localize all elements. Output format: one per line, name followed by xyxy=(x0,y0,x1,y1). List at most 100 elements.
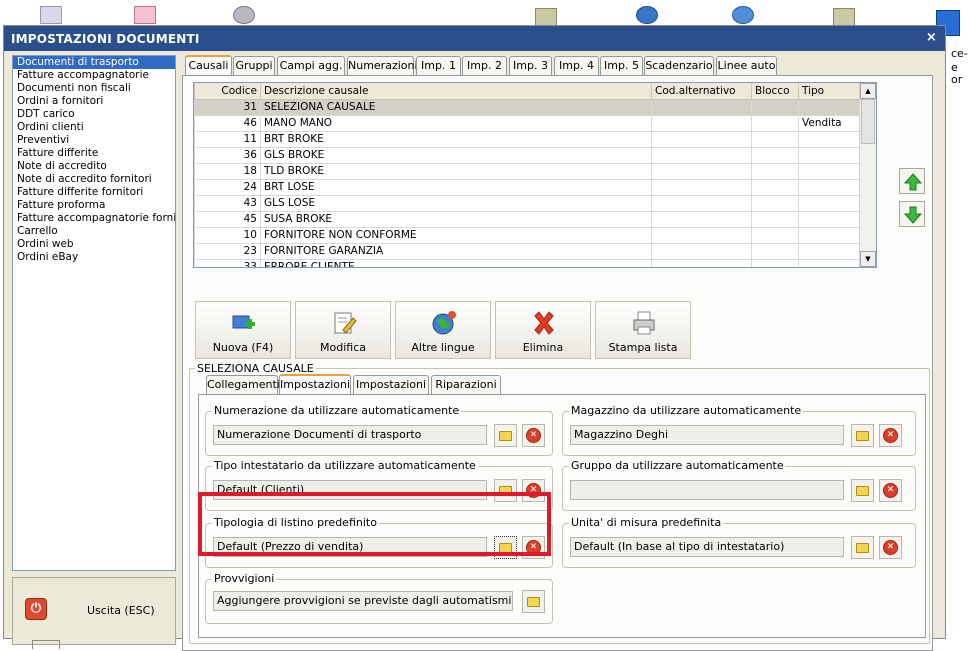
tab-imp-1[interactable]: Imp. 1 xyxy=(416,56,461,76)
column-header-cod-alternativo[interactable]: Cod.alternativo xyxy=(651,83,752,100)
column-header-blocco[interactable]: Blocco xyxy=(751,83,799,100)
tab-imp-2[interactable]: Imp. 2 xyxy=(462,56,507,76)
list-item[interactable]: Carrello xyxy=(13,225,175,238)
tab-impostazioni-2[interactable]: Impostazioni 2 xyxy=(353,375,429,409)
cell-codice: 45 xyxy=(194,210,261,228)
move-up-button[interactable] xyxy=(899,168,925,194)
exit-button[interactable]: ⏻ Uscita (ESC) xyxy=(17,586,171,636)
intestatario-browse-button[interactable] xyxy=(494,479,517,502)
list-item[interactable]: Documenti non fiscali xyxy=(13,82,175,95)
desktop-icon-5[interactable] xyxy=(636,6,658,24)
tab-causali[interactable]: Causali xyxy=(185,55,232,76)
gruppo-group: Gruppo da utilizzare automaticamente ✕ xyxy=(562,459,916,511)
gruppo-browse-button[interactable] xyxy=(851,479,874,502)
grid-scrollbar[interactable]: ▲ ▼ xyxy=(859,83,876,267)
tab-gruppi[interactable]: Gruppi xyxy=(233,56,275,76)
list-item[interactable]: DDT carico xyxy=(13,108,175,121)
magazzino-field[interactable]: Magazzino Deghi xyxy=(570,425,844,445)
cell-cod-alternativo xyxy=(651,98,752,116)
folder-icon xyxy=(499,486,512,496)
gruppo-clear-button[interactable]: ✕ xyxy=(879,479,902,502)
listino-title: Tipologia di listino predefinito xyxy=(212,516,379,529)
tab-imp-5[interactable]: Imp. 5 xyxy=(600,56,643,76)
numerazione-clear-button[interactable]: ✕ xyxy=(522,424,545,447)
unita-misura-field[interactable]: Default (In base al tipo di intestatario… xyxy=(570,537,844,557)
tab-numerazioni[interactable]: Numerazioni xyxy=(347,56,418,76)
close-icon[interactable]: × xyxy=(926,30,937,45)
tab-imp-4[interactable]: Imp. 4 xyxy=(554,56,599,76)
table-row[interactable]: 46 MANO MANO Vendita xyxy=(194,114,867,132)
gruppo-field[interactable] xyxy=(570,480,844,500)
cell-blocco xyxy=(751,130,799,148)
table-row[interactable]: 23 FORNITORE GARANZIA xyxy=(194,242,867,260)
list-item[interactable]: Note di accredito xyxy=(13,160,175,173)
desktop-icon-6[interactable] xyxy=(732,6,754,24)
scroll-down-icon[interactable]: ▼ xyxy=(860,251,876,267)
list-item[interactable]: Ordini clienti xyxy=(13,121,175,134)
causali-grid[interactable]: Codice Descrizione causale Cod.alternati… xyxy=(193,82,877,268)
listino-clear-button[interactable]: ✕ xyxy=(522,536,545,559)
tab-campi-agg[interactable]: Campi agg. xyxy=(277,56,345,76)
table-row[interactable]: 18 TLD BROKE xyxy=(194,162,867,180)
desktop-icon-1[interactable] xyxy=(40,6,62,24)
tab-impostazioni[interactable]: Impostazioni xyxy=(279,374,351,395)
table-row[interactable]: 43 GLS LOSE xyxy=(194,194,867,212)
list-item[interactable]: Documenti di trasporto xyxy=(13,56,175,69)
column-header-codice[interactable]: Codice xyxy=(194,83,261,100)
window-titlebar[interactable]: IMPOSTAZIONI DOCUMENTI × xyxy=(4,26,945,51)
move-down-button[interactable] xyxy=(899,201,925,227)
numerazione-group: Numerazione da utilizzare automaticament… xyxy=(205,404,553,456)
scroll-thumb[interactable] xyxy=(861,99,875,144)
scroll-up-icon[interactable]: ▲ xyxy=(860,83,876,99)
magazzino-clear-button[interactable]: ✕ xyxy=(879,424,902,447)
other-languages-button[interactable]: Altre lingue xyxy=(395,301,491,359)
new-button[interactable]: Nuova (F4) xyxy=(195,301,291,359)
list-item[interactable]: Preventivi xyxy=(13,134,175,147)
table-row[interactable]: 45 SUSA BROKE xyxy=(194,210,867,228)
document-type-list[interactable]: Documenti di trasporto Fatture accompagn… xyxy=(12,55,176,571)
desktop-icon-4[interactable] xyxy=(535,8,557,26)
table-row[interactable]: 31 SELEZIONA CAUSALE xyxy=(194,98,867,116)
tab-collegamenti[interactable]: Collegamenti xyxy=(206,375,280,395)
table-row[interactable]: 24 BRT LOSE xyxy=(194,178,867,196)
tab-linee-auto[interactable]: Linee auto xyxy=(716,56,777,76)
table-row[interactable]: 11 BRT BROKE xyxy=(194,130,867,148)
desktop-icon-3[interactable] xyxy=(233,6,255,24)
list-item[interactable]: Note di accredito fornitori xyxy=(13,173,175,186)
unita-misura-browse-button[interactable] xyxy=(851,536,874,559)
tab-riparazioni[interactable]: Riparazioni xyxy=(431,375,501,395)
listino-field[interactable]: Default (Prezzo di vendita) xyxy=(213,537,487,557)
table-row[interactable]: 10 FORNITORE NON CONFORME xyxy=(194,226,867,244)
table-row[interactable]: 36 GLS BROKE xyxy=(194,146,867,164)
list-item[interactable]: Fatture proforma xyxy=(13,199,175,212)
intestatario-field[interactable]: Default (Clienti) xyxy=(213,480,487,500)
cell-codice: 43 xyxy=(194,194,261,212)
print-list-button[interactable]: Stampa lista xyxy=(595,301,691,359)
listino-browse-button[interactable] xyxy=(494,536,517,559)
magazzino-browse-button[interactable] xyxy=(851,424,874,447)
unita-misura-clear-button[interactable]: ✕ xyxy=(879,536,902,559)
delete-button[interactable]: Elimina xyxy=(495,301,591,359)
list-item[interactable]: Fatture differite xyxy=(13,147,175,160)
numerazione-field[interactable]: Numerazione Documenti di trasporto xyxy=(213,425,487,445)
list-item[interactable]: Ordini eBay xyxy=(13,251,175,264)
column-header-descrizione[interactable]: Descrizione causale xyxy=(260,83,652,100)
intestatario-clear-button[interactable]: ✕ xyxy=(522,479,545,502)
table-row[interactable]: 33 ERRORE CLIENTE xyxy=(194,258,867,267)
tab-scadenzario[interactable]: Scadenzario xyxy=(644,56,714,76)
edit-button[interactable]: Modifica xyxy=(295,301,391,359)
desktop-icon-2[interactable] xyxy=(134,6,156,24)
list-item[interactable]: Ordini web xyxy=(13,238,175,251)
desktop-icon-7[interactable] xyxy=(833,8,855,26)
provvigioni-browse-button[interactable] xyxy=(522,590,545,613)
numerazione-browse-button[interactable] xyxy=(494,424,517,447)
list-item[interactable]: Fatture accompagnatorie fornito xyxy=(13,212,175,225)
list-item[interactable]: Ordini a fornitori xyxy=(13,95,175,108)
cell-blocco xyxy=(751,194,799,212)
tab-imp-3[interactable]: Imp. 3 xyxy=(509,56,552,76)
list-item[interactable]: Fatture accompagnatorie xyxy=(13,69,175,82)
provvigioni-field[interactable]: Aggiungere provvigioni se previste dagli… xyxy=(213,591,513,611)
list-item[interactable]: Fatture differite fornitori xyxy=(13,186,175,199)
cell-codice: 11 xyxy=(194,130,261,148)
column-header-tipo[interactable]: Tipo xyxy=(798,83,867,100)
